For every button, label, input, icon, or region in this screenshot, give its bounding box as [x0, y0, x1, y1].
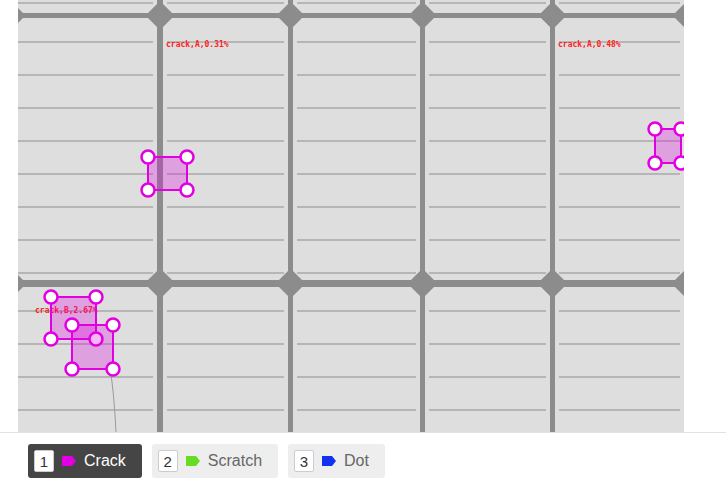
crack-line	[110, 368, 116, 432]
tag-icon	[321, 455, 337, 467]
solar-cell	[163, 287, 288, 432]
resize-handle[interactable]	[675, 123, 685, 136]
resize-handle[interactable]	[675, 157, 685, 170]
label-button[interactable]: 1Crack	[28, 444, 142, 478]
solar-cell	[555, 0, 684, 13]
resize-handle[interactable]	[181, 151, 194, 164]
solar-cell	[425, 18, 550, 280]
solar-cell	[18, 18, 157, 280]
solar-cell	[293, 18, 420, 280]
panel-image[interactable]: crack,A,0.31%crack,A,0.48%crack,B,2.67%	[18, 0, 684, 432]
resize-handle[interactable]	[107, 363, 120, 376]
resize-handle[interactable]	[649, 157, 662, 170]
solar-cell	[163, 0, 288, 13]
label-button[interactable]: 2Scratch	[152, 444, 278, 478]
tag-icon	[61, 455, 77, 467]
detection-label: crack,A,0.48%	[558, 40, 621, 49]
solar-cell	[425, 0, 550, 13]
resize-handle[interactable]	[66, 363, 79, 376]
hotkey-badge: 1	[34, 450, 54, 472]
label-button[interactable]: 3Dot	[288, 444, 385, 478]
solar-cell	[18, 287, 157, 432]
annotation-box[interactable]	[142, 151, 194, 197]
solar-cell	[425, 287, 550, 432]
solar-cell	[555, 287, 684, 432]
resize-handle[interactable]	[45, 291, 58, 304]
resize-handle[interactable]	[45, 333, 58, 346]
solar-cell	[293, 0, 420, 13]
resize-handle[interactable]	[181, 184, 194, 197]
solar-cell	[163, 18, 288, 280]
resize-handle[interactable]	[107, 319, 120, 332]
resize-handle[interactable]	[142, 151, 155, 164]
solar-cell	[18, 0, 157, 13]
hotkey-badge: 3	[294, 450, 314, 472]
resize-handle[interactable]	[142, 184, 155, 197]
resize-handle[interactable]	[90, 291, 103, 304]
solar-cell	[293, 287, 420, 432]
resize-handle[interactable]	[649, 123, 662, 136]
label-toolbar: 1Crack 2Scratch 3Dot	[0, 432, 726, 489]
annotation-box[interactable]	[66, 319, 120, 376]
detection-label: crack,A,0.31%	[166, 40, 229, 49]
solar-cell	[555, 18, 684, 280]
hotkey-badge: 2	[158, 450, 178, 472]
canvas-area: crack,A,0.31%crack,A,0.48%crack,B,2.67%	[0, 0, 726, 432]
resize-handle[interactable]	[66, 319, 79, 332]
tag-icon	[185, 455, 201, 467]
annotation-box[interactable]	[649, 123, 685, 170]
annotation-page: crack,A,0.31%crack,A,0.48%crack,B,2.67%1…	[0, 0, 726, 492]
